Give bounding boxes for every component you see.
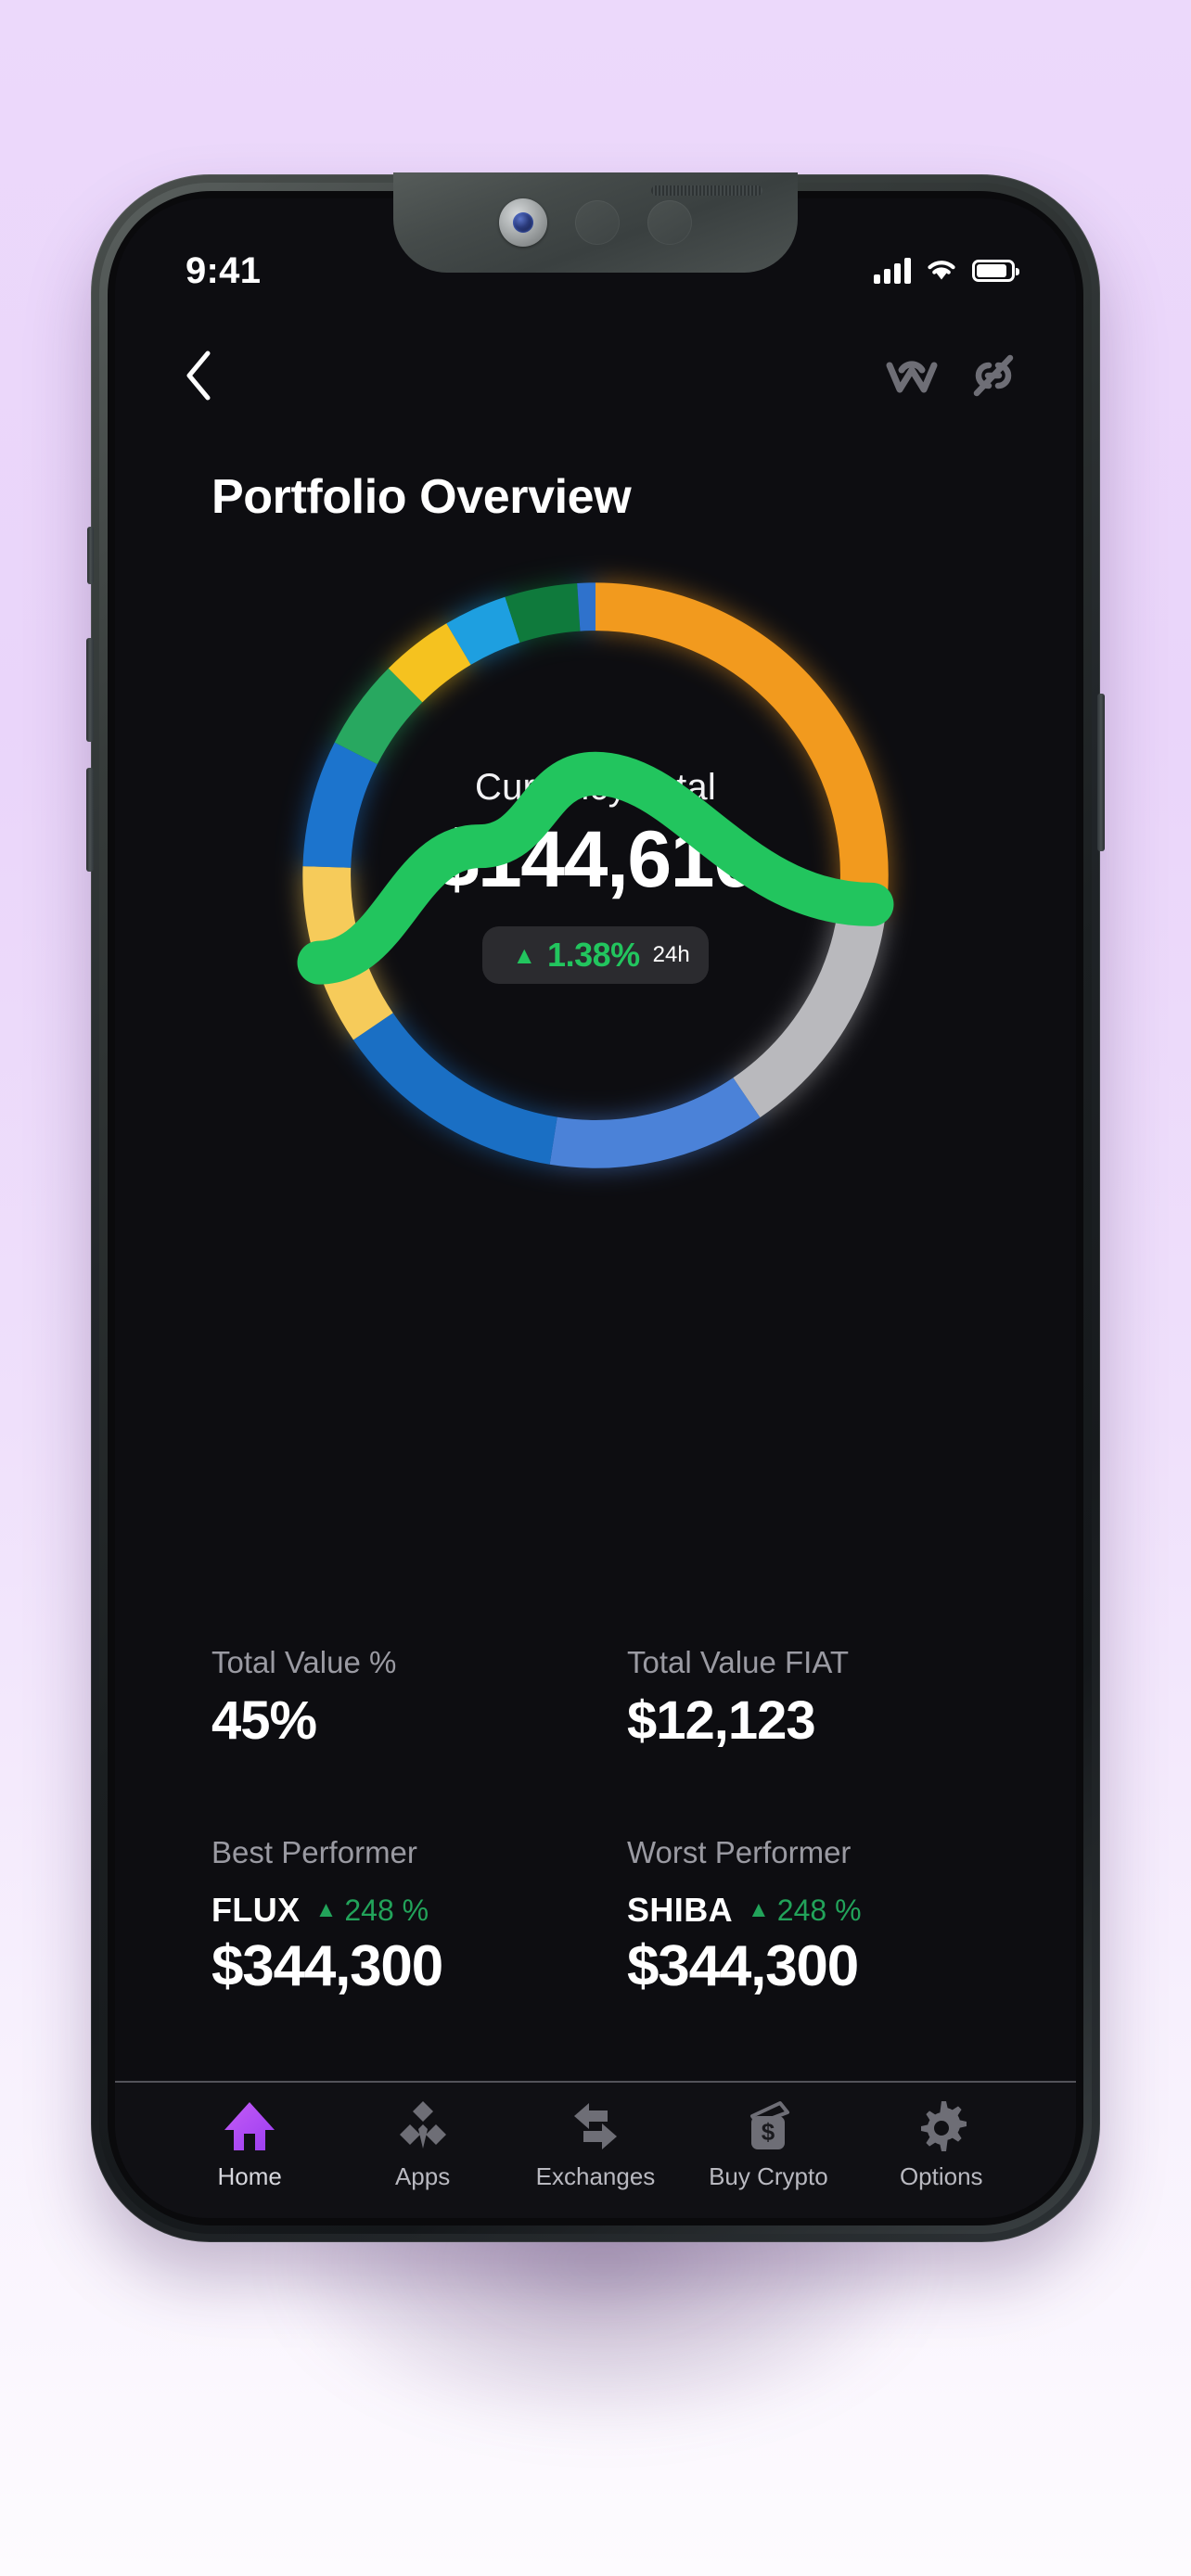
page-title: Portfolio Overview [211,470,632,524]
worst-performer-value: $344,300 [627,1934,859,1998]
status-icon-group [874,258,1019,284]
worst-performer-ticker: SHIBA [627,1891,734,1929]
exchange-arrows-icon [567,2096,624,2153]
wifi-icon [928,261,955,280]
best-performer-ticker-row: FLUX ▲ 248 % [211,1891,596,1930]
change-badge[interactable]: ▲ 1.38% 24h [297,751,894,985]
broken-link-icon [973,354,1014,397]
triangle-up-icon: ▲ [748,1897,770,1922]
tab-home-label: Home [217,2162,282,2190]
tab-buy-crypto[interactable]: $ Buy Crypto [682,2096,854,2191]
best-performer-change: 248 % [344,1893,429,1927]
worst-performer-ticker-row: SHIBA ▲ 248 % [627,1891,980,1930]
bottom-tab-bar: Home Apps Exchanges $ Buy Crypto Options [115,2083,1076,2218]
best-performer-value: $344,300 [211,1934,443,1998]
battery-icon [972,260,1019,282]
phone-notch [393,172,798,273]
wave-logo-button[interactable] [883,347,941,404]
portfolio-donut-chart[interactable]: Currency Total $144,610 ▲ 1.38% 24h [115,532,1076,1218]
tab-apps-label: Apps [394,2162,451,2190]
best-performer-ticker: FLUX [211,1891,301,1929]
tab-buy-crypto-label: Buy Crypto [709,2162,828,2190]
total-value-percent-value: 45% [211,1690,317,1751]
gear-icon [915,2096,968,2153]
svg-text:$: $ [762,2118,775,2146]
phone-screen: 9:41 Portfolio Overview Currency Total $… [115,198,1076,2218]
tab-home[interactable]: Home [163,2096,336,2191]
total-value-fiat-value: $12,123 [627,1690,816,1751]
broken-link-button[interactable] [965,347,1022,404]
cubes-icon [396,2096,450,2153]
wallet-dollar-icon: $ [739,2096,797,2153]
best-performer-card[interactable]: Best Performer FLUX ▲ 248 % $344,300 [211,1835,596,1999]
donut-ring: Currency Total $144,610 ▲ 1.38% 24h [275,555,916,1195]
total-value-percent-card[interactable]: Total Value % 45% [211,1645,596,1752]
phone-device-frame: 9:41 Portfolio Overview Currency Total $… [86,172,1105,2242]
total-value-fiat-card[interactable]: Total Value FIAT $12,123 [596,1645,980,1752]
total-value-fiat-label: Total Value FIAT [627,1645,850,1679]
chevron-left-icon [186,351,211,401]
worst-performer-label: Worst Performer [627,1835,852,1869]
best-performer-delta: ▲ 248 % [315,1894,429,1928]
back-button[interactable] [169,346,228,405]
signal-bars-icon [874,258,911,284]
top-navigation-bar [115,315,1076,436]
home-icon [221,2096,278,2153]
sensor-circle-2 [647,200,692,245]
tab-exchanges[interactable]: Exchanges [509,2096,682,2191]
status-time: 9:41 [186,249,262,291]
volume-down-button[interactable] [86,768,94,872]
tab-options[interactable]: Options [855,2096,1028,2191]
volume-up-button[interactable] [86,638,94,742]
triangle-up-icon: ▲ [314,1897,338,1922]
worst-performer-change: 248 % [776,1893,862,1927]
tab-exchanges-label: Exchanges [535,2162,656,2190]
worst-performer-card[interactable]: Worst Performer SHIBA ▲ 248 % $344,300 [596,1835,980,1999]
app-root: 9:41 Portfolio Overview Currency Total $… [115,198,1076,2218]
wave-logo-icon [886,361,938,393]
worst-performer-delta: ▲ 248 % [748,1894,862,1928]
sensor-circle-1 [575,200,620,245]
performers-row: Best Performer FLUX ▲ 248 % $344,300 Wor… [211,1835,980,1999]
total-value-percent-label: Total Value % [211,1645,397,1679]
earpiece-speaker [651,185,762,196]
donut-center-content: Currency Total $144,610 ▲ 1.38% 24h [275,555,916,1195]
best-performer-label: Best Performer [211,1835,417,1869]
mute-switch[interactable] [87,527,94,584]
front-camera [499,198,547,247]
power-button[interactable] [1097,694,1105,851]
total-values-row: Total Value % 45% Total Value FIAT $12,1… [211,1645,980,1752]
top-bar-actions [883,347,1022,404]
tab-options-label: Options [899,2162,983,2190]
tab-apps[interactable]: Apps [336,2096,508,2191]
